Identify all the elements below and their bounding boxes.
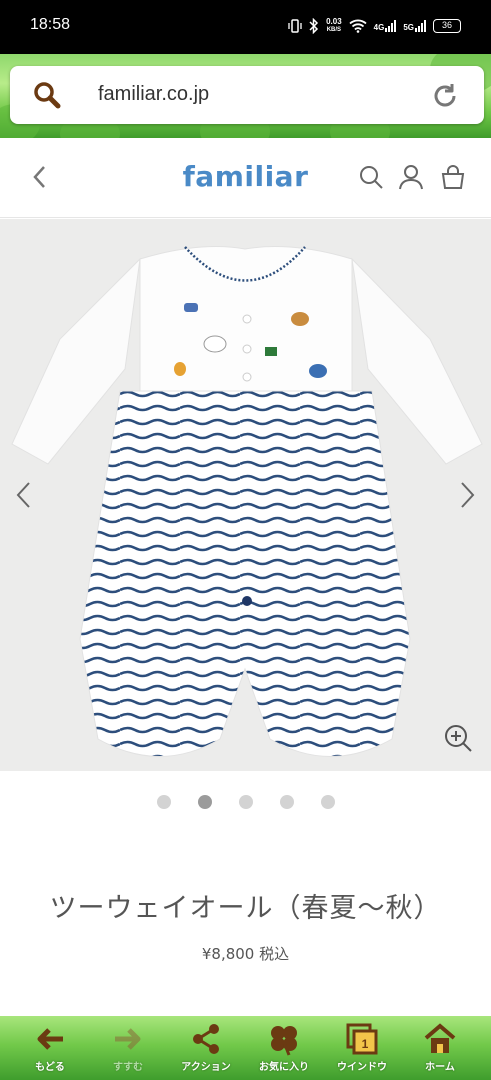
arrow-left-icon: [37, 1028, 63, 1050]
signal-bars-icon: [415, 20, 426, 32]
gallery-dot[interactable]: [156, 795, 171, 809]
signal-bars-icon: [385, 20, 397, 32]
product-image[interactable]: [0, 219, 491, 771]
reload-icon[interactable]: [430, 81, 460, 111]
window-button[interactable]: 1 ウインドウ: [324, 1022, 400, 1080]
zoom-in-icon[interactable]: [443, 723, 473, 753]
wifi-icon: [349, 19, 367, 33]
user-icon[interactable]: [398, 164, 424, 190]
search-icon[interactable]: [32, 80, 62, 110]
gallery-prev-icon[interactable]: [14, 479, 34, 511]
cart-icon[interactable]: [440, 164, 466, 190]
gallery-dot[interactable]: [279, 795, 294, 809]
browser-toolbar: もどる すすむ アクション お気に入り 1 ウインドウ ホーム: [0, 1016, 491, 1080]
gallery-dot[interactable]: [320, 795, 335, 809]
vibrate-icon: [288, 19, 302, 33]
favorites-button[interactable]: お気に入り: [246, 1022, 322, 1080]
gallery-dot[interactable]: [238, 795, 253, 809]
arrow-right-icon: [115, 1028, 141, 1050]
status-icons: 0.03 KB/S 4G 5G 36: [288, 14, 461, 38]
search-icon[interactable]: [358, 164, 384, 190]
status-bar: 18:58 0.03 KB/S 4G 5G 36: [0, 0, 491, 54]
signal-4g: 4G: [374, 20, 397, 32]
window-count: 1: [362, 1037, 369, 1051]
site-header: familiar: [0, 138, 491, 218]
address-bar[interactable]: familiar.co.jp: [10, 66, 484, 124]
share-icon: [193, 1024, 219, 1054]
url-text[interactable]: familiar.co.jp: [98, 83, 209, 106]
gallery-pagination: [0, 795, 491, 811]
product-price: ¥8,800 税込: [201, 945, 290, 963]
home-icon: [424, 1023, 456, 1053]
gallery-next-icon[interactable]: [457, 479, 477, 511]
window-icon: 1: [346, 1023, 378, 1055]
network-speed: 0.03 KB/S: [326, 17, 342, 33]
battery-icon: 36: [433, 19, 461, 33]
clover-icon: [271, 1026, 297, 1056]
product-gallery[interactable]: [0, 219, 491, 771]
browser-bar: familiar.co.jp: [0, 54, 491, 138]
home-button[interactable]: ホーム: [402, 1022, 478, 1080]
status-time: 18:58: [30, 16, 71, 33]
back-button[interactable]: もどる: [12, 1022, 88, 1080]
bluetooth-icon: [309, 18, 319, 34]
product-title: ツーウェイオール（春夏～秋）: [49, 893, 442, 924]
action-button[interactable]: アクション: [168, 1022, 244, 1080]
signal-5g: 5G: [403, 20, 426, 32]
gallery-dot-active[interactable]: [197, 795, 212, 809]
forward-button[interactable]: すすむ: [90, 1022, 166, 1080]
